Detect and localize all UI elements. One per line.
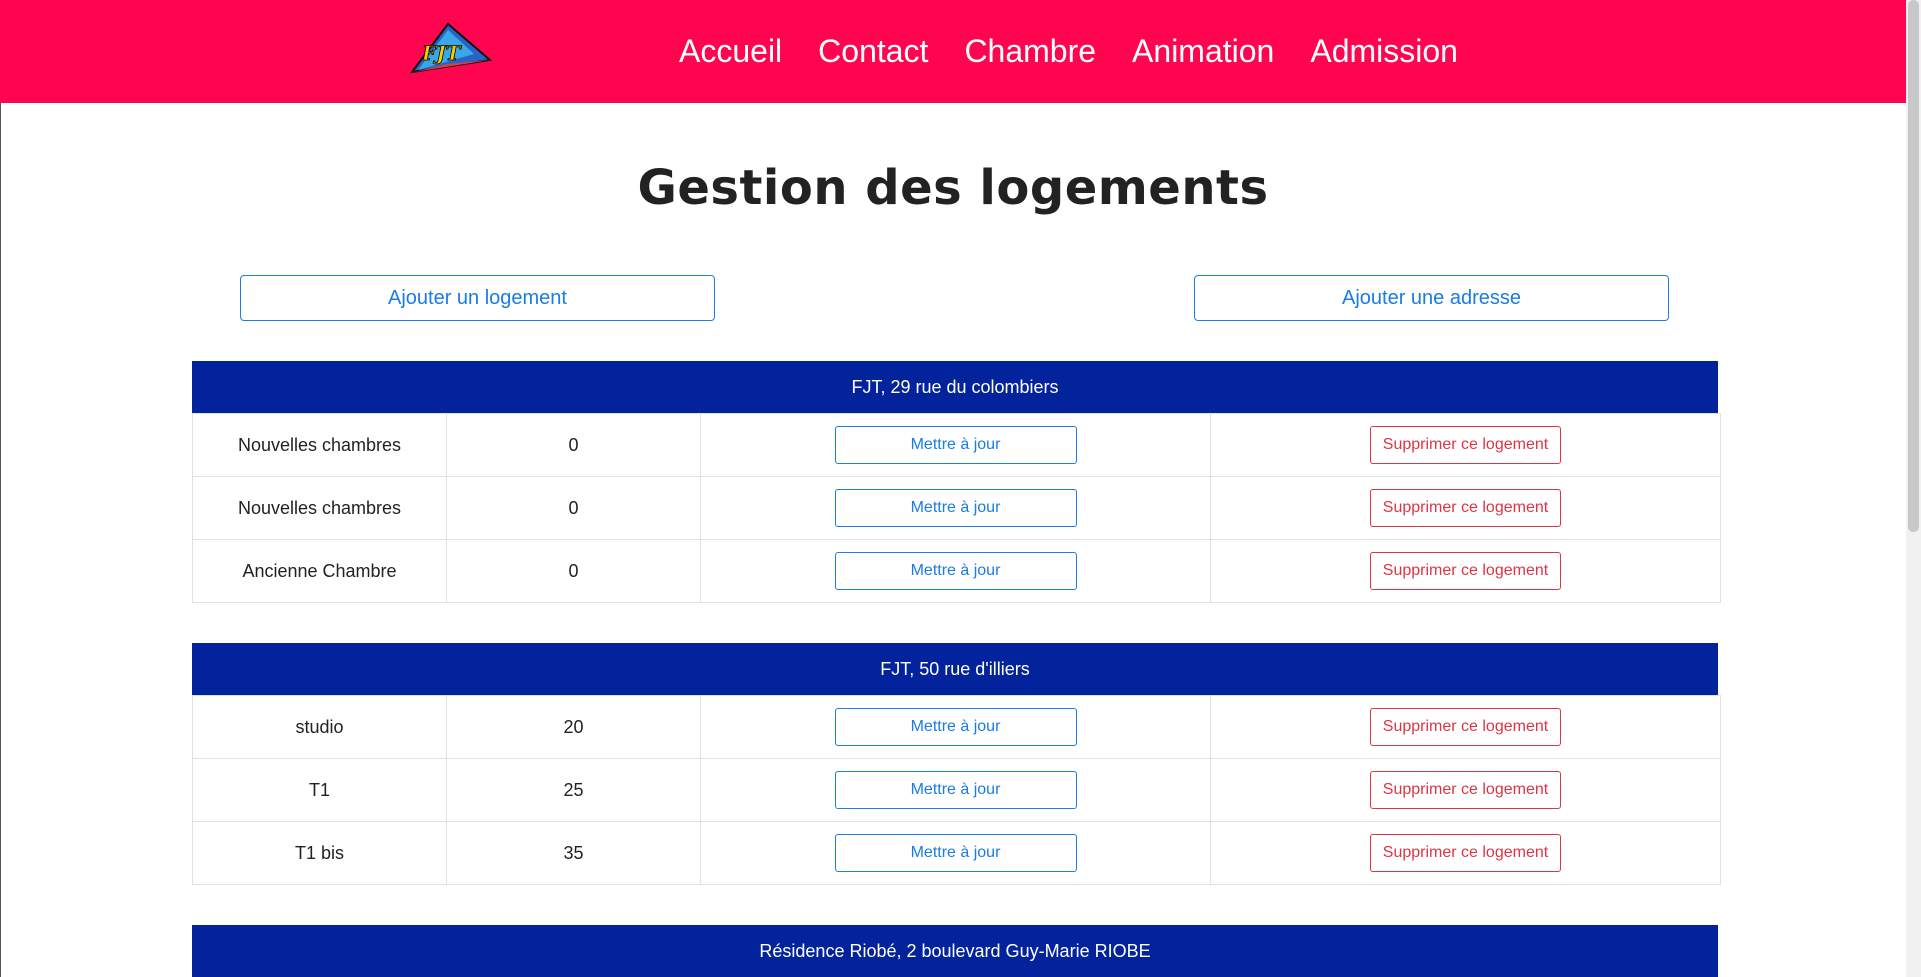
delete-cell: Supprimer ce logement (1210, 821, 1721, 885)
delete-button[interactable]: Supprimer ce logement (1370, 708, 1561, 746)
delete-button[interactable]: Supprimer ce logement (1370, 489, 1561, 527)
housing-table: Nouvelles chambres 0 Mettre à jour Suppr… (192, 413, 1721, 603)
delete-button[interactable]: Supprimer ce logement (1370, 771, 1561, 809)
delete-button[interactable]: Supprimer ce logement (1370, 552, 1561, 590)
fjt-logo[interactable]: FJT (408, 20, 494, 76)
housing-name: Nouvelles chambres (192, 476, 447, 540)
housing-name: T1 bis (192, 821, 447, 885)
delete-button[interactable]: Supprimer ce logement (1370, 426, 1561, 464)
section-header: FJT, 29 rue du colombiers (192, 361, 1718, 413)
update-cell: Mettre à jour (700, 539, 1211, 603)
delete-cell: Supprimer ce logement (1210, 476, 1721, 540)
table-row: Ancienne Chambre 0 Mettre à jour Supprim… (192, 539, 1721, 603)
delete-cell: Supprimer ce logement (1210, 413, 1721, 477)
table-row: Nouvelles chambres 0 Mettre à jour Suppr… (192, 476, 1721, 540)
table-row: T1 25 Mettre à jour Supprimer ce logemen… (192, 758, 1721, 822)
housing-value: 0 (446, 539, 701, 603)
update-button[interactable]: Mettre à jour (834, 708, 1077, 746)
delete-button[interactable]: Supprimer ce logement (1370, 834, 1561, 872)
scrollbar-thumb[interactable] (1908, 0, 1919, 532)
housing-name: studio (192, 695, 447, 759)
update-button[interactable]: Mettre à jour (834, 834, 1077, 872)
table-row: studio 20 Mettre à jour Supprimer ce log… (192, 695, 1721, 759)
main-nav: Accueil Contact Chambre Animation Admiss… (679, 0, 1494, 103)
update-cell: Mettre à jour (700, 821, 1211, 885)
table-row: T1 bis 35 Mettre à jour Supprimer ce log… (192, 821, 1721, 885)
housing-section: FJT, 29 rue du colombiers Nouvelles cham… (192, 361, 1721, 603)
top-navbar: FJT Accueil Contact Chambre Animation Ad… (0, 0, 1906, 103)
update-cell: Mettre à jour (700, 695, 1211, 759)
svg-text:FJT: FJT (421, 41, 463, 65)
housing-name: Nouvelles chambres (192, 413, 447, 477)
delete-cell: Supprimer ce logement (1210, 695, 1721, 759)
page-title: Gestion des logements (637, 160, 1269, 216)
housing-name: Ancienne Chambre (192, 539, 447, 603)
window-edge (0, 0, 1, 977)
nav-contact[interactable]: Contact (818, 33, 928, 70)
housing-table: studio 20 Mettre à jour Supprimer ce log… (192, 695, 1721, 885)
add-housing-button[interactable]: Ajouter un logement (240, 275, 715, 321)
table-row: Nouvelles chambres 0 Mettre à jour Suppr… (192, 413, 1721, 477)
nav-admission[interactable]: Admission (1310, 33, 1458, 70)
housing-value: 0 (446, 413, 701, 477)
add-address-button[interactable]: Ajouter une adresse (1194, 275, 1669, 321)
section-header: Résidence Riobé, 2 boulevard Guy-Marie R… (192, 925, 1718, 977)
delete-cell: Supprimer ce logement (1210, 539, 1721, 603)
housing-value: 20 (446, 695, 701, 759)
housing-value: 35 (446, 821, 701, 885)
nav-animation[interactable]: Animation (1132, 33, 1274, 70)
housing-section: FJT, 50 rue d'illiers studio 20 Mettre à… (192, 643, 1721, 885)
nav-chambre[interactable]: Chambre (964, 33, 1096, 70)
update-button[interactable]: Mettre à jour (834, 771, 1077, 809)
update-button[interactable]: Mettre à jour (834, 426, 1077, 464)
housing-value: 25 (446, 758, 701, 822)
delete-cell: Supprimer ce logement (1210, 758, 1721, 822)
update-cell: Mettre à jour (700, 758, 1211, 822)
update-cell: Mettre à jour (700, 413, 1211, 477)
housing-value: 0 (446, 476, 701, 540)
housing-name: T1 (192, 758, 447, 822)
update-button[interactable]: Mettre à jour (834, 489, 1077, 527)
vertical-scrollbar[interactable] (1906, 0, 1921, 977)
update-button[interactable]: Mettre à jour (834, 552, 1077, 590)
update-cell: Mettre à jour (700, 476, 1211, 540)
section-header: FJT, 50 rue d'illiers (192, 643, 1718, 695)
nav-accueil[interactable]: Accueil (679, 33, 782, 70)
housing-section: Résidence Riobé, 2 boulevard Guy-Marie R… (192, 925, 1718, 977)
